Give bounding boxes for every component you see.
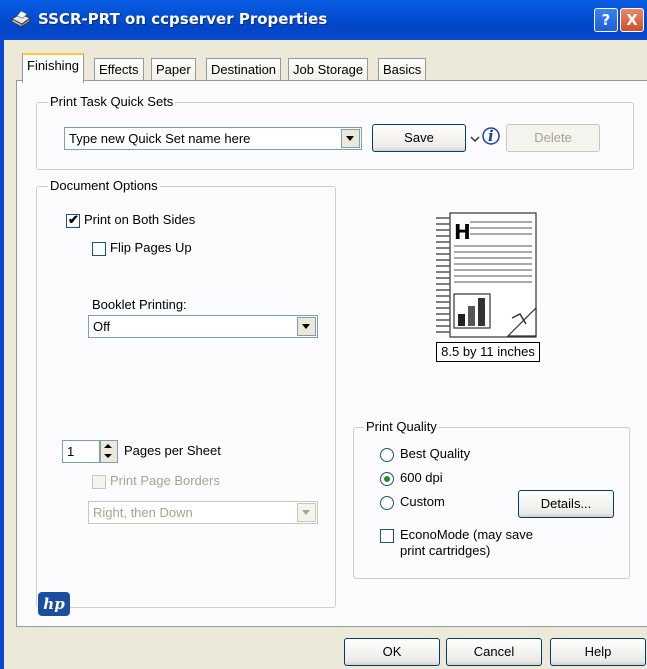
printer-icon [11,10,31,28]
spin-down-icon [104,454,112,458]
600-dpi-label[interactable]: 600 dpi [400,470,443,485]
spinner-buttons[interactable] [100,440,118,463]
booklet-printing-combo[interactable]: Off [88,315,318,338]
details-button[interactable]: Details... [518,490,614,518]
print-quality-legend: Print Quality [364,419,439,434]
chevron-down-icon [302,510,310,515]
document-options-legend: Document Options [48,178,160,193]
pages-per-sheet-value: 1 [67,444,75,459]
economode-checkbox[interactable] [380,529,394,543]
quick-set-value: Type new Quick Set name here [69,131,251,146]
print-page-borders-checkbox[interactable] [92,475,106,489]
radio-best-quality[interactable] [380,448,394,462]
economode-label-line1[interactable]: EconoMode (may save [400,527,533,542]
save-button[interactable]: Save [372,124,466,152]
page-preview: H [436,212,540,340]
flip-pages-up-label[interactable]: Flip Pages Up [110,240,192,255]
spin-up-icon [104,444,112,448]
window-frame [0,40,4,669]
booklet-printing-label: Booklet Printing: [92,297,187,312]
tab-destination[interactable]: Destination [206,58,282,81]
layout-order-combo[interactable]: Right, then Down [88,501,318,524]
radio-selected-icon [384,476,390,482]
pages-per-sheet-label: Pages per Sheet [124,443,221,458]
hp-logo: hp [38,592,70,616]
ok-button[interactable]: OK [344,638,440,666]
page-preview-image [436,212,537,338]
chevron-down-icon [346,136,354,141]
print-both-sides-label[interactable]: Print on Both Sides [84,212,195,227]
tab-effects[interactable]: Effects [94,58,144,81]
close-button[interactable]: X [620,8,644,32]
booklet-printing-value: Off [93,319,111,334]
print-page-borders-label: Print Page Borders [110,473,220,488]
best-quality-label[interactable]: Best Quality [400,446,470,461]
tab-basics[interactable]: Basics [378,58,427,81]
tab-paper[interactable]: Paper [151,58,196,81]
flip-pages-up-checkbox[interactable] [92,242,106,256]
radio-600-dpi[interactable] [380,472,394,486]
chevron-down-icon [302,324,310,329]
cancel-button[interactable]: Cancel [446,638,542,666]
info-button[interactable]: i [469,125,505,149]
quick-sets-legend: Print Task Quick Sets [48,94,176,109]
combo-arrow[interactable] [297,503,316,522]
combo-arrow[interactable] [297,317,316,336]
custom-label[interactable]: Custom [400,494,445,509]
quick-set-combo[interactable]: Type new Quick Set name here [64,127,362,150]
title-bar[interactable]: SSCR-PRT on ccpserver Properties ? X [0,0,647,40]
info-icon [470,127,500,145]
tab-finishing[interactable]: Finishing [22,53,85,83]
info-glyph: i [488,127,494,145]
tab-job-storage[interactable]: Job Storage [288,58,369,81]
help-button[interactable]: Help [550,638,646,666]
preview-letter: H [454,220,471,244]
delete-button[interactable]: Delete [506,124,600,152]
paper-size-label: 8.5 by 11 inches [436,342,540,362]
print-both-sides-checkbox[interactable]: ✔ [66,212,80,228]
window-title: SSCR-PRT on ccpserver Properties [38,10,328,28]
help-title-button[interactable]: ? [594,8,618,32]
pages-per-sheet-spinner[interactable]: 1 [62,440,100,463]
layout-order-value: Right, then Down [93,505,193,520]
radio-custom[interactable] [380,496,394,510]
combo-arrow[interactable] [341,129,360,148]
economode-label-line2[interactable]: print cartridges) [400,543,490,558]
checkmark-icon: ✔ [68,212,79,227]
